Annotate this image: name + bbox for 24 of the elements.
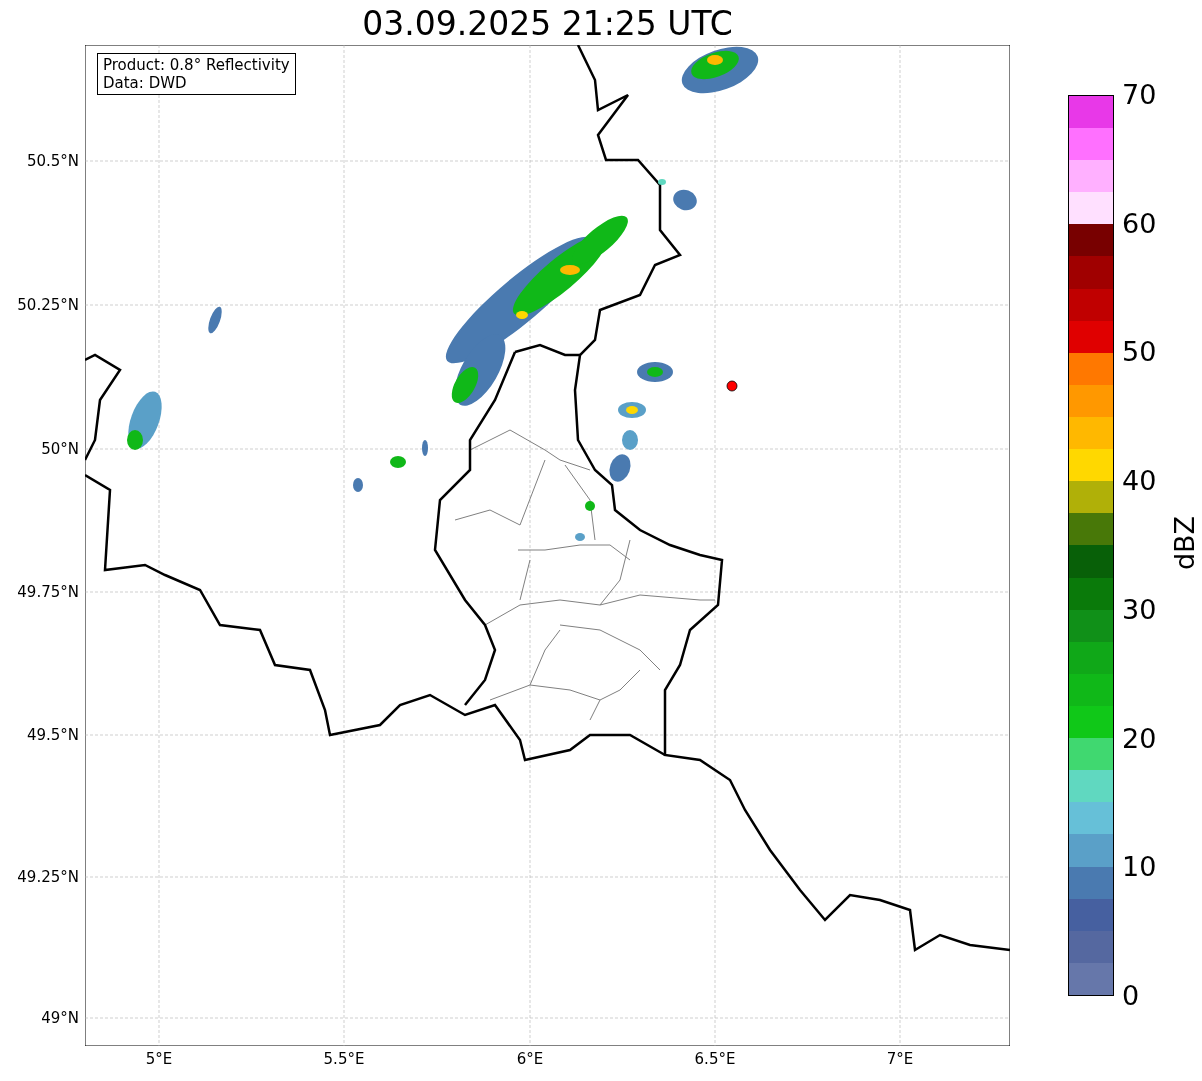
colorbar-tick-label: 50	[1122, 337, 1157, 368]
longitude-tick-label: 5.5°E	[322, 1050, 366, 1068]
colorbar-tick-label: 70	[1122, 80, 1157, 110]
longitude-tick-label: 6°E	[515, 1050, 545, 1068]
latitude-tick-label: 49°N	[41, 1009, 79, 1027]
colorbar-tick-label: 40	[1122, 466, 1157, 497]
plot-title: 03.09.2025 21:25 UTC	[361, 4, 734, 44]
latitude-tick-label: 50.25°N	[17, 296, 79, 314]
longitude-tick-label: 6.5°E	[693, 1050, 737, 1068]
latitude-tick-label: 49.75°N	[17, 583, 79, 601]
colorbar-tick-label: 20	[1122, 723, 1157, 754]
longitude-tick-label: 5°E	[144, 1050, 174, 1068]
colorbar-tick-label: 60	[1122, 208, 1157, 239]
colorbar-label: dBZ	[1170, 515, 1201, 571]
colorbar-tick-label: 30	[1122, 594, 1157, 625]
info-text: Data: DWD	[103, 74, 188, 92]
latitude-tick-label: 50.5°N	[26, 152, 79, 170]
colorbar-tick-label: 0	[1122, 981, 1140, 1011]
longitude-tick-label: 7°E	[885, 1050, 915, 1068]
latitude-tick-label: 49.5°N	[26, 726, 79, 744]
latitude-tick-label: 50°N	[41, 440, 79, 458]
info-text: Product: 0.8° Reflectivity	[103, 56, 290, 74]
colorbar-tick-label: 10	[1122, 852, 1157, 883]
latitude-tick-label: 49.25°N	[17, 868, 79, 886]
